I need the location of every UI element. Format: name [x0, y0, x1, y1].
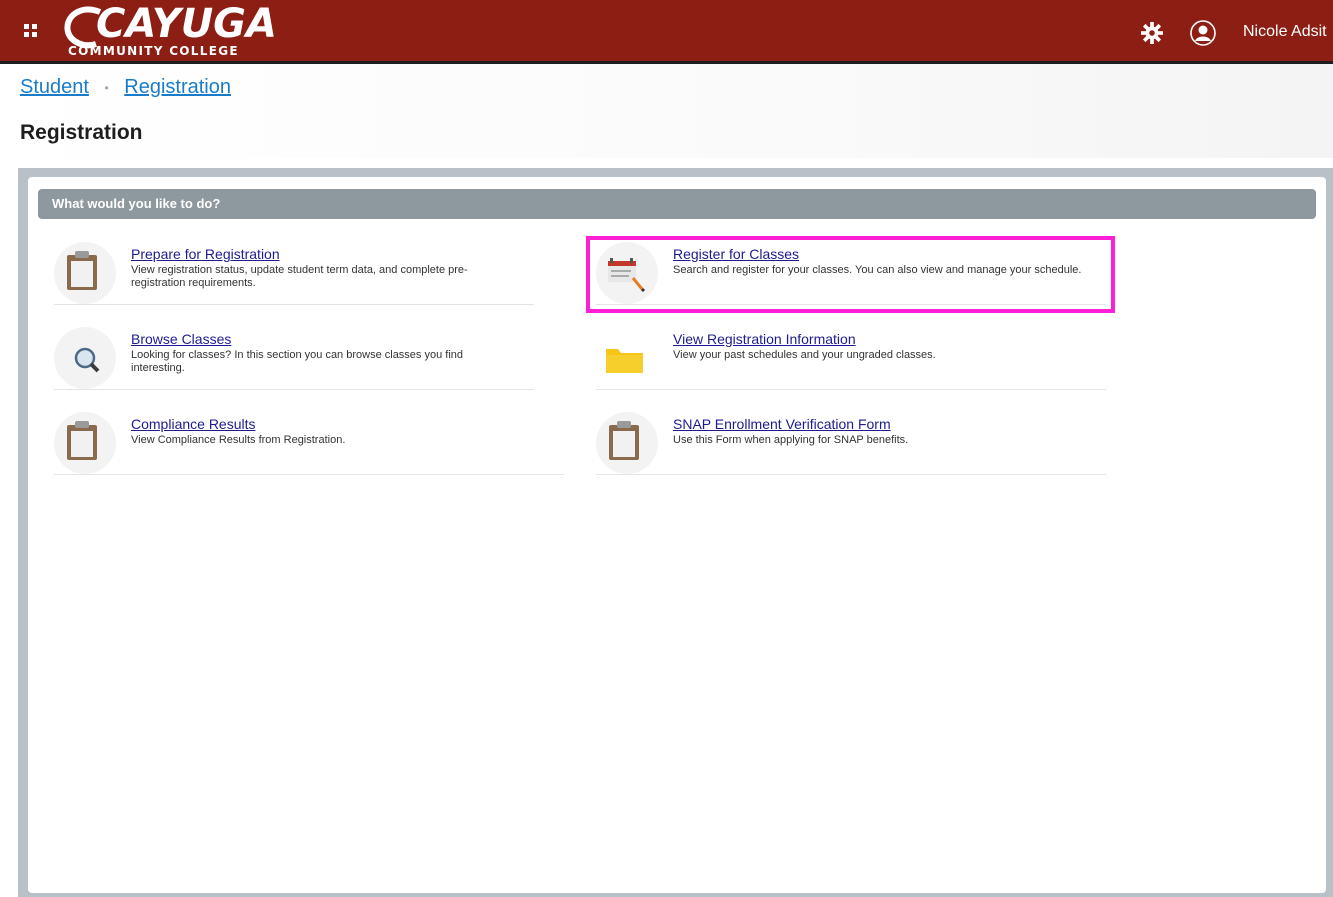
top-bar: CAYUGA COMMUNITY COLLEGE Nicole Adsit: [0, 0, 1333, 64]
highlight-box: [586, 236, 1115, 313]
divider: [596, 389, 1106, 390]
page-title: Registration: [20, 121, 143, 144]
action-item-browse-classes: Browse Classes Looking for classes? In t…: [54, 327, 534, 390]
action-item-compliance-results: Compliance Results View Compliance Resul…: [54, 412, 564, 475]
browse-classes-description: Looking for classes? In this section you…: [131, 349, 464, 374]
snap-verification-description: Use this Form when applying for SNAP ben…: [673, 434, 909, 446]
compliance-results-link[interactable]: Compliance Results: [131, 416, 256, 432]
panel-heading: What would you like to do?: [52, 196, 221, 211]
breadcrumb: Student • Registration: [20, 76, 231, 99]
view-registration-info-link[interactable]: View Registration Information: [673, 331, 856, 347]
user-name-link[interactable]: Nicole Adsit: [1243, 23, 1327, 41]
panel-heading-bar: What would you like to do?: [38, 189, 1316, 219]
grid-menu-icon[interactable]: [24, 24, 40, 40]
action-item-snap-verification: SNAP Enrollment Verification Form Use th…: [596, 412, 1106, 475]
logo-subtitle: COMMUNITY COLLEGE: [68, 44, 239, 58]
breadcrumb-registration-link[interactable]: Registration: [124, 76, 231, 98]
action-item-view-registration-info: View Registration Information View your …: [596, 327, 1106, 390]
compliance-results-description: View Compliance Results from Registratio…: [131, 434, 346, 446]
action-item-prepare-registration: Prepare for Registration View registrati…: [54, 242, 534, 305]
college-logo[interactable]: CAYUGA COMMUNITY COLLEGE: [62, 1, 282, 60]
snap-verification-link[interactable]: SNAP Enrollment Verification Form: [673, 416, 891, 432]
prepare-registration-link[interactable]: Prepare for Registration: [131, 246, 280, 262]
gear-icon[interactable]: [1141, 22, 1163, 44]
magnifier-icon: [54, 327, 116, 389]
logo-wordmark: CAYUGA: [96, 1, 277, 47]
browse-classes-link[interactable]: Browse Classes: [131, 331, 231, 347]
user-avatar-icon[interactable]: [1190, 20, 1216, 46]
breadcrumb-separator-icon: •: [104, 80, 109, 95]
prepare-registration-description: View registration status, update student…: [131, 264, 468, 289]
clipboard-icon: [54, 242, 116, 304]
clipboard-icon: [596, 412, 658, 474]
divider: [596, 474, 1106, 475]
breadcrumb-student-link[interactable]: Student: [20, 76, 89, 98]
divider: [54, 304, 534, 305]
view-registration-info-description: View your past schedules and your ungrad…: [673, 349, 936, 361]
divider: [54, 474, 564, 475]
folder-icon: [596, 327, 658, 389]
clipboard-icon: [54, 412, 116, 474]
divider: [54, 389, 534, 390]
